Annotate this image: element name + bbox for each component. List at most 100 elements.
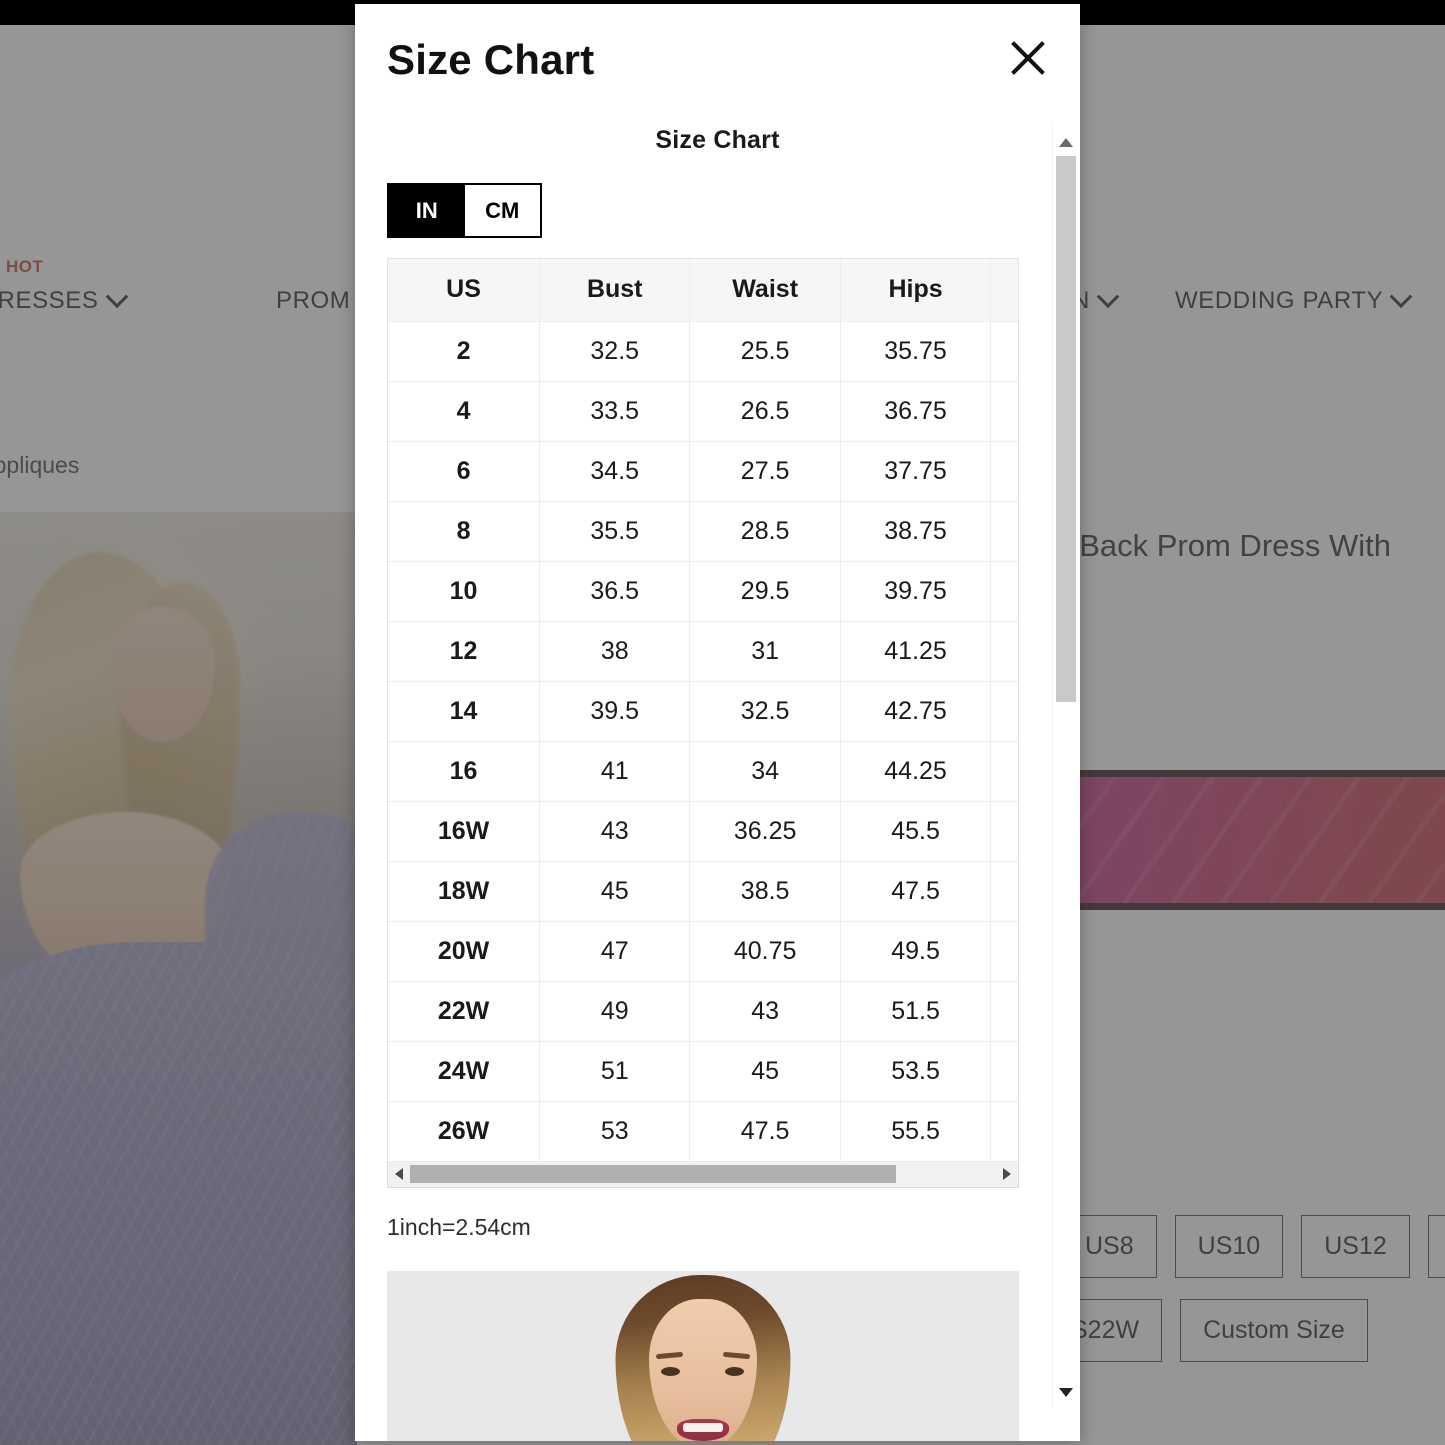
cell-hips: 35.75 bbox=[840, 321, 992, 382]
unit-toggle-group: IN CM bbox=[387, 183, 542, 238]
cell-us: 16 bbox=[388, 741, 541, 802]
table-row: 1439.532.542.7561 bbox=[388, 681, 1018, 742]
unit-toggle-cm[interactable]: CM bbox=[464, 185, 540, 236]
cell-waist: 40.75 bbox=[689, 921, 841, 982]
cell-hips: 49.5 bbox=[840, 921, 992, 982]
vscroll-thumb[interactable] bbox=[1056, 156, 1076, 702]
cell-waist: 29.5 bbox=[689, 561, 841, 622]
size-table-head: US Bust Waist Hips Hollow t bbox=[388, 259, 1018, 322]
cell-us: 24W bbox=[388, 1041, 541, 1102]
cell-us: 26W bbox=[388, 1101, 541, 1162]
guide-model-eye-right bbox=[725, 1366, 744, 1376]
guide-model-teeth bbox=[683, 1422, 723, 1432]
size-chart-modal: Size Chart Size Chart IN CM US Bust Wais… bbox=[355, 4, 1080, 1441]
cell-hips: 38.75 bbox=[840, 501, 992, 562]
cell-hollow: 61 bbox=[990, 1101, 1018, 1162]
cell-waist: 45 bbox=[689, 1041, 841, 1102]
size-table-header-row: US Bust Waist Hips Hollow t bbox=[388, 259, 1018, 322]
conversion-note: 1inch=2.54cm bbox=[387, 1213, 531, 1240]
modal-body: Size Chart IN CM US Bust Waist Hips 2 32… bbox=[355, 126, 1080, 1441]
table-row: 20W4740.7549.561 bbox=[388, 921, 1018, 982]
column-header-bust: Bust bbox=[539, 259, 691, 322]
chevron-down-icon[interactable] bbox=[1053, 1384, 1079, 1408]
cell-bust: 53 bbox=[539, 1101, 691, 1162]
cell-us: 20W bbox=[388, 921, 541, 982]
cell-bust: 45 bbox=[539, 861, 691, 922]
cell-waist: 31 bbox=[689, 621, 841, 682]
cell-waist: 34 bbox=[689, 741, 841, 802]
cell-us: 2 bbox=[388, 321, 541, 382]
cell-hips: 55.5 bbox=[840, 1101, 992, 1162]
table-horizontal-scrollbar[interactable] bbox=[387, 1161, 1019, 1188]
cell-waist: 27.5 bbox=[689, 441, 841, 502]
size-table-scroll-container[interactable]: US Bust Waist Hips Hollow t 232.525.535.… bbox=[387, 258, 1019, 1162]
chevron-right-icon[interactable] bbox=[996, 1162, 1018, 1186]
modal-header: Size Chart bbox=[355, 4, 1080, 112]
cell-us: 8 bbox=[388, 501, 541, 562]
column-header-hollow-to-floor: Hollow t bbox=[990, 259, 1018, 322]
cell-hollow: 61 bbox=[990, 741, 1018, 802]
cell-hips: 44.25 bbox=[840, 741, 992, 802]
cell-hollow: 58 bbox=[990, 321, 1018, 382]
guide-model-eye-left bbox=[661, 1366, 680, 1376]
cell-hollow: 61 bbox=[990, 921, 1018, 982]
cell-us: 12 bbox=[388, 621, 541, 682]
table-row: 18W4538.547.561 bbox=[388, 861, 1018, 922]
hscroll-thumb[interactable] bbox=[410, 1165, 897, 1183]
chevron-left-icon[interactable] bbox=[388, 1162, 410, 1186]
cell-us: 22W bbox=[388, 981, 541, 1042]
table-row: 232.525.535.7558 bbox=[388, 321, 1018, 382]
size-table-body: 232.525.535.7558433.526.536.7558634.527.… bbox=[388, 321, 1018, 1162]
table-row: 835.528.538.7559 bbox=[388, 501, 1018, 562]
close-icon[interactable] bbox=[1004, 34, 1052, 82]
cell-hollow: 61 bbox=[990, 801, 1018, 862]
cell-hips: 47.5 bbox=[840, 861, 992, 922]
cell-us: 16W bbox=[388, 801, 541, 862]
cell-hips: 41.25 bbox=[840, 621, 992, 682]
column-header-us: US bbox=[388, 259, 541, 322]
table-row: 433.526.536.7558 bbox=[388, 381, 1018, 442]
table-row: 24W514553.561 bbox=[388, 1041, 1018, 1102]
column-header-waist: Waist bbox=[689, 259, 841, 322]
size-chart-table: US Bust Waist Hips Hollow t 232.525.535.… bbox=[388, 259, 1018, 1162]
cell-hips: 45.5 bbox=[840, 801, 992, 862]
measurement-guide-image bbox=[387, 1270, 1019, 1441]
chevron-up-icon[interactable] bbox=[1053, 126, 1079, 150]
modal-title: Size Chart bbox=[387, 36, 595, 83]
cell-hips: 51.5 bbox=[840, 981, 992, 1042]
cell-bust: 41 bbox=[539, 741, 691, 802]
cell-waist: 47.5 bbox=[689, 1101, 841, 1162]
cell-hollow: 60 bbox=[990, 621, 1018, 682]
cell-waist: 32.5 bbox=[689, 681, 841, 742]
unit-toggle-in[interactable]: IN bbox=[389, 185, 465, 236]
column-header-hips: Hips bbox=[840, 259, 992, 322]
page-root: OMING DRESSES HOT PROM N WEDDING PARTY e… bbox=[0, 0, 1445, 1445]
cell-bust: 47 bbox=[539, 921, 691, 982]
modal-vertical-scrollbar[interactable] bbox=[1052, 126, 1078, 1408]
cell-bust: 39.5 bbox=[539, 681, 691, 742]
cell-bust: 34.5 bbox=[539, 441, 691, 502]
cell-us: 10 bbox=[388, 561, 541, 622]
cell-hollow: 61 bbox=[990, 1041, 1018, 1102]
cell-hips: 39.75 bbox=[840, 561, 992, 622]
cell-us: 18W bbox=[388, 861, 541, 922]
cell-waist: 26.5 bbox=[689, 381, 841, 442]
cell-bust: 43 bbox=[539, 801, 691, 862]
cell-waist: 36.25 bbox=[689, 801, 841, 862]
cell-hollow: 60 bbox=[990, 561, 1018, 622]
cell-bust: 49 bbox=[539, 981, 691, 1042]
cell-bust: 35.5 bbox=[539, 501, 691, 562]
cell-bust: 32.5 bbox=[539, 321, 691, 382]
size-chart-subtitle: Size Chart bbox=[655, 126, 780, 154]
cell-waist: 28.5 bbox=[689, 501, 841, 562]
cell-hips: 42.75 bbox=[840, 681, 992, 742]
cell-hips: 36.75 bbox=[840, 381, 992, 442]
cell-us: 4 bbox=[388, 381, 541, 442]
cell-hips: 37.75 bbox=[840, 441, 992, 502]
table-row: 26W5347.555.561 bbox=[388, 1101, 1018, 1162]
table-row: 16413444.2561 bbox=[388, 741, 1018, 802]
cell-us: 6 bbox=[388, 441, 541, 502]
hscroll-track[interactable] bbox=[410, 1162, 996, 1186]
cell-hollow: 61 bbox=[990, 861, 1018, 922]
cell-hollow: 59 bbox=[990, 501, 1018, 562]
